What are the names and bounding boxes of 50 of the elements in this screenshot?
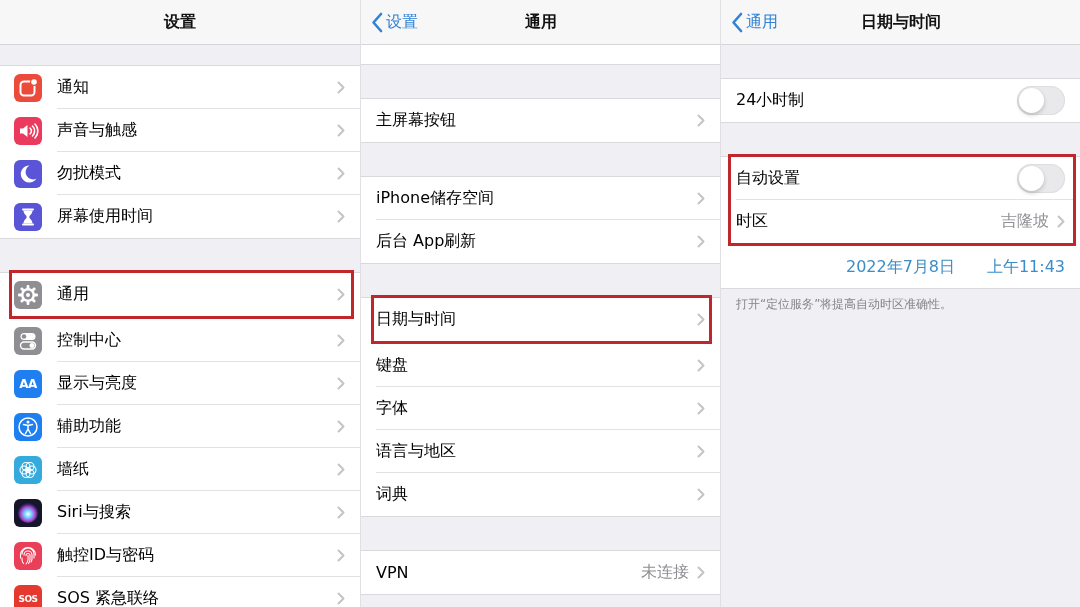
chevron-icon — [337, 592, 345, 605]
orb-icon — [14, 498, 42, 527]
chevron-icon — [697, 313, 705, 326]
flower-icon — [14, 455, 42, 484]
chevron-icon — [337, 288, 345, 301]
speaker-icon — [14, 116, 42, 145]
back-button[interactable]: 设置 — [367, 9, 422, 35]
date-value[interactable]: 2022年7月8日 — [845, 256, 956, 278]
chevron-icon — [697, 114, 705, 127]
nav-title: 通用 — [524, 11, 557, 33]
chevron-icon — [1057, 215, 1065, 228]
accessibility-icon — [14, 412, 42, 441]
fingerprint-icon — [14, 541, 42, 570]
chevron-icon — [337, 81, 345, 94]
row-label: 自动设置 — [736, 168, 801, 189]
chevron-icon — [337, 420, 345, 433]
nav-title: 日期与时间 — [860, 11, 941, 33]
chevron-icon — [337, 210, 345, 223]
notification-icon — [14, 73, 42, 102]
moon-icon — [14, 159, 42, 188]
row-label: 24小时制 — [736, 90, 806, 111]
chevron-icon — [337, 549, 345, 562]
chevron-icon — [337, 167, 345, 180]
back-button[interactable]: 通用 — [727, 9, 782, 35]
toggle-switch[interactable] — [1017, 86, 1065, 115]
toggle-switch[interactable] — [1017, 164, 1065, 193]
chevron-icon — [697, 445, 705, 458]
chevron-icon — [337, 124, 345, 137]
display-icon: AA — [14, 369, 42, 398]
chevron-icon — [697, 402, 705, 415]
chevron-icon — [337, 463, 345, 476]
chevron-icon — [697, 566, 705, 579]
row-value: 未连接 — [641, 562, 689, 583]
time-value[interactable]: 上午11:43 — [986, 256, 1065, 278]
nav-title: 设置 — [164, 11, 196, 33]
footer-note: 打开“定位服务”将提高自动时区准确性。 — [735, 296, 954, 313]
hourglass-icon — [14, 202, 42, 231]
chevron-icon — [337, 334, 345, 347]
chevron-icon — [337, 377, 345, 390]
row-value: 吉隆坡 — [1001, 211, 1049, 232]
toggles-icon — [14, 326, 42, 355]
chevron-icon — [697, 235, 705, 248]
chevron-icon — [697, 359, 705, 372]
chevron-icon — [697, 488, 705, 501]
gear-icon — [14, 280, 42, 309]
chevron-icon — [337, 506, 345, 519]
back-chevron-icon — [731, 11, 743, 33]
chevron-icon — [697, 192, 705, 205]
sos-icon: SOS — [14, 584, 42, 607]
back-chevron-icon — [371, 11, 383, 33]
